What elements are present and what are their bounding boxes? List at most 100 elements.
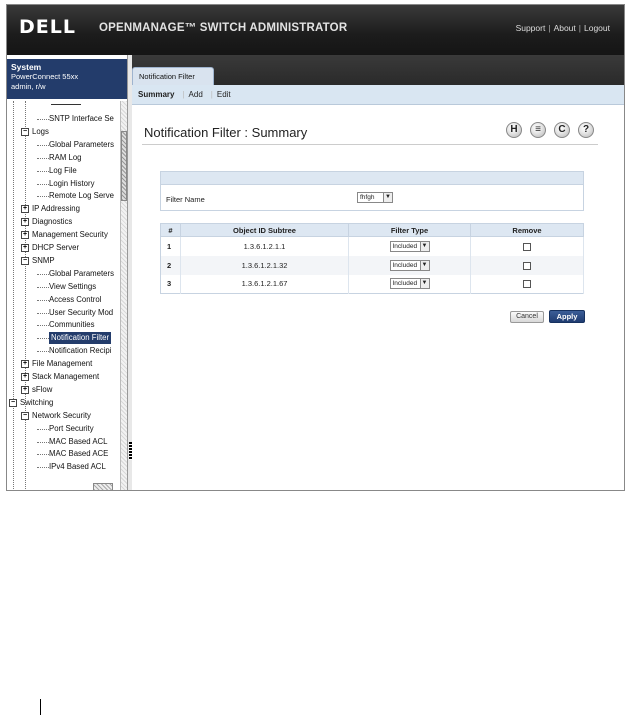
collapse-icon[interactable]: −: [21, 127, 29, 136]
row-number: 2: [160, 255, 181, 275]
remove-checkbox[interactable]: [523, 261, 531, 270]
page-margin-mark: [40, 699, 41, 715]
row-number: 3: [160, 274, 181, 294]
expand-icon[interactable]: +: [21, 231, 29, 240]
subnav-add[interactable]: Add: [189, 90, 203, 99]
question-icon[interactable]: ?: [578, 122, 594, 138]
tree-item-diagnostics[interactable]: + Diagnostics: [21, 216, 72, 228]
tree-item-notification-filter[interactable]: Notification Filter: [49, 332, 112, 345]
subnav-summary[interactable]: Summary: [138, 90, 174, 99]
horizontal-scrollbar-thumb[interactable]: [93, 483, 113, 490]
tree-item-mac-based-acl[interactable]: MAC Based ACL: [49, 436, 108, 448]
tree-item-dhcp-server[interactable]: + DHCP Server: [21, 242, 79, 254]
navigation-tree: SNTP Interface Se − Logs Global Parameters R…: [7, 101, 120, 490]
scrollbar-thumb[interactable]: [121, 131, 127, 201]
filter-type-select[interactable]: Included ▼: [389, 278, 430, 290]
help-icon[interactable]: H: [506, 122, 522, 138]
tree-item-sflow[interactable]: + sFlow: [21, 384, 52, 396]
tree-item-global-parameters[interactable]: Global Parameters: [49, 268, 114, 280]
tree-item-user-security-mod[interactable]: User Security Mod: [49, 307, 113, 319]
tree-item-network-security[interactable]: − Network Security: [21, 410, 91, 422]
tree-item-sntp-interface-se[interactable]: SNTP Interface Se: [49, 113, 114, 125]
tree-item-switching[interactable]: − Switching: [9, 397, 53, 409]
chevron-down-icon[interactable]: ▼: [419, 241, 429, 251]
tree-scrollbar[interactable]: [120, 101, 127, 490]
tree-item-label: Communities: [49, 320, 95, 330]
tree-connector: [37, 325, 49, 327]
tree-item-label: Stack Management: [32, 372, 100, 381]
app-window: DELL OPENMANAGE™ SWITCH ADMINISTRATOR Su…: [6, 4, 625, 491]
remove-checkbox[interactable]: [523, 280, 531, 289]
system-user: admin, r/w: [11, 82, 46, 91]
tree-item-login-history[interactable]: Login History: [49, 178, 95, 190]
tree-item-log-file[interactable]: Log File: [49, 165, 77, 177]
print-icon[interactable]: ≡: [530, 122, 546, 138]
tree-item-snmp[interactable]: − SNMP: [21, 255, 55, 267]
tree-item-file-management[interactable]: + File Management: [21, 358, 92, 370]
expand-icon[interactable]: +: [21, 360, 29, 369]
tree-item-mac-based-ace[interactable]: MAC Based ACE: [49, 448, 108, 460]
expand-icon[interactable]: +: [21, 243, 29, 252]
chevron-down-icon[interactable]: ▼: [383, 193, 392, 202]
filter-type-select[interactable]: Included ▼: [389, 240, 430, 252]
table-row: 3 1.3.6.1.2.1.67 Included ▼: [160, 274, 584, 294]
tree-item-access-control[interactable]: Access Control: [49, 294, 101, 306]
tree-item-label: IPv4 Based ACL: [49, 462, 106, 472]
tree-connector: [37, 273, 49, 275]
tree-item-port-security[interactable]: Port Security: [49, 423, 94, 435]
tree-item-logs[interactable]: − Logs: [21, 126, 49, 138]
chevron-down-icon[interactable]: ▼: [419, 260, 429, 270]
support-link[interactable]: Support: [516, 23, 546, 33]
collapse-icon[interactable]: −: [21, 411, 29, 420]
remove-checkbox[interactable]: [523, 242, 531, 251]
tree-connector: [37, 286, 49, 288]
tree-item-label: Global Parameters: [49, 268, 115, 278]
cancel-button[interactable]: Cancel: [510, 311, 544, 323]
chevron-down-icon[interactable]: ▼: [419, 279, 429, 289]
row-oid: 1.3.6.1.2.1.32: [180, 255, 349, 275]
expand-icon[interactable]: +: [21, 218, 29, 227]
expand-icon[interactable]: +: [21, 372, 29, 381]
separator: |: [210, 90, 213, 99]
tree-item-notification-recipi[interactable]: Notification Recipi: [49, 345, 111, 357]
collapse-icon[interactable]: −: [9, 398, 17, 407]
tree-item-ipv4-based-acl[interactable]: IPv4 Based ACL: [49, 461, 106, 473]
table-header-row: # Object ID Subtree Filter Type Remove: [160, 223, 584, 237]
tree-item-label: Network Security: [32, 410, 91, 420]
tree-item-management-security[interactable]: + Management Security: [21, 229, 108, 241]
tree-item-ip-addressing[interactable]: + IP Addressing: [21, 203, 80, 215]
tree-item-communities[interactable]: Communities: [49, 319, 95, 331]
collapse-icon[interactable]: −: [21, 256, 29, 265]
tree-item-label: Switching: [20, 397, 54, 407]
col-object-id-subtree: Object ID Subtree: [180, 223, 349, 237]
system-title: System: [11, 62, 42, 72]
tree-item-label: MAC Based ACL: [49, 436, 108, 446]
about-link[interactable]: About: [554, 23, 576, 33]
row-remove-cell: [470, 236, 584, 256]
title-divider: [142, 144, 598, 145]
subnav-edit[interactable]: Edit: [217, 90, 231, 99]
logout-link[interactable]: Logout: [584, 23, 610, 33]
tree-connector: [37, 351, 49, 353]
tree-item-label: Log File: [49, 165, 77, 175]
col-filter-type: Filter Type: [348, 223, 471, 237]
tree-item-label: DHCP Server: [32, 243, 80, 252]
expand-icon[interactable]: +: [21, 205, 29, 214]
tree-item-remote-log-serve[interactable]: Remote Log Serve: [49, 190, 114, 202]
tab-notification-filter[interactable]: Notification Filter: [132, 67, 214, 85]
tree-item-ram-log[interactable]: RAM Log: [49, 152, 82, 164]
tree-item-view-settings[interactable]: View Settings: [49, 281, 96, 293]
tree-connector: [37, 183, 49, 185]
refresh-icon[interactable]: C: [554, 122, 570, 138]
apply-button[interactable]: Apply: [549, 310, 585, 323]
filter-name-select[interactable]: fhfgh ▼: [357, 192, 393, 203]
tree-item-partial: [51, 101, 81, 105]
tree-item-global-parameters[interactable]: Global Parameters: [49, 139, 114, 151]
tree-item-stack-management[interactable]: + Stack Management: [21, 371, 99, 383]
filter-type-select[interactable]: Included ▼: [389, 259, 430, 271]
expand-icon[interactable]: +: [21, 385, 29, 394]
tree-item-label: Login History: [49, 178, 95, 188]
filter-name-label: Filter Name: [166, 195, 205, 204]
sub-navigation: Summary | Add | Edit: [132, 85, 624, 105]
system-info-box[interactable]: System PowerConnect 55xx admin, r/w: [7, 59, 127, 99]
